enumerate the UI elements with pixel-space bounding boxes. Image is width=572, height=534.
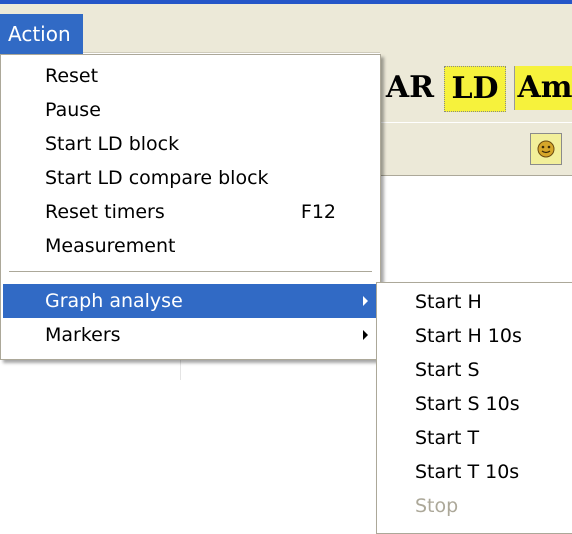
submenu-item-label: Stop <box>415 495 459 517</box>
submenu-item-label: Start S <box>415 359 480 381</box>
menu-item-reset-timers[interactable]: Reset timers F12 <box>3 195 378 229</box>
menu-item-start-ld-compare-block[interactable]: Start LD compare block <box>3 161 378 195</box>
menu-item-label: Graph analyse <box>45 290 183 312</box>
triangle-right-icon <box>363 330 368 340</box>
toolbar-ar-button[interactable]: AR <box>380 66 440 110</box>
submenu-item-label: Start S 10s <box>415 393 520 415</box>
menu-item-label: Reset timers <box>45 201 165 223</box>
submenu-item-label: Start T <box>415 427 480 449</box>
toolbar-am-button[interactable]: Am <box>514 66 572 110</box>
menu-item-label: Pause <box>45 99 101 121</box>
menu-item-label: Start LD compare block <box>45 167 269 189</box>
submenu-item-start-s-10s[interactable]: Start S 10s <box>379 387 572 421</box>
menubar: Action <box>0 4 572 54</box>
action-dropdown-menu: Reset Pause Start LD block Start LD comp… <box>0 54 381 360</box>
submenu-item-start-h-10s[interactable]: Start H 10s <box>379 319 572 353</box>
toolbar: AR LD Am <box>380 52 572 122</box>
menu-item-start-ld-block[interactable]: Start LD block <box>3 127 378 161</box>
submenu-item-start-h[interactable]: Start H <box>379 285 572 319</box>
menu-item-label: Markers <box>45 324 121 346</box>
submenu-item-start-t-10s[interactable]: Start T 10s <box>379 455 572 489</box>
smiley-icon <box>537 140 555 158</box>
submenu-item-label: Start T 10s <box>415 461 520 483</box>
menu-item-shortcut: F12 <box>300 201 336 223</box>
submenu-item-stop: Stop <box>379 489 572 523</box>
smiley-button[interactable] <box>530 133 562 165</box>
submenu-item-label: Start H <box>415 291 482 313</box>
menu-item-markers[interactable]: Markers <box>3 318 378 352</box>
menu-item-measurement[interactable]: Measurement <box>3 229 378 263</box>
submenu-item-label: Start H 10s <box>415 325 522 347</box>
submenu-item-start-s[interactable]: Start S <box>379 353 572 387</box>
toolbar-ld-button[interactable]: LD <box>444 66 506 112</box>
toolbar-secondary <box>380 122 572 176</box>
menu-item-graph-analyse[interactable]: Graph analyse <box>3 284 378 318</box>
menu-item-label: Reset <box>45 65 99 87</box>
menu-separator <box>9 271 372 273</box>
graph-analyse-submenu: Start H Start H 10s Start S Start S 10s … <box>376 282 572 534</box>
menu-action[interactable]: Action <box>0 14 83 54</box>
menu-item-pause[interactable]: Pause <box>3 93 378 127</box>
menu-item-reset[interactable]: Reset <box>3 59 378 93</box>
menu-item-label: Start LD block <box>45 133 180 155</box>
triangle-right-icon <box>363 296 368 306</box>
submenu-item-start-t[interactable]: Start T <box>379 421 572 455</box>
menu-item-label: Measurement <box>45 235 176 257</box>
